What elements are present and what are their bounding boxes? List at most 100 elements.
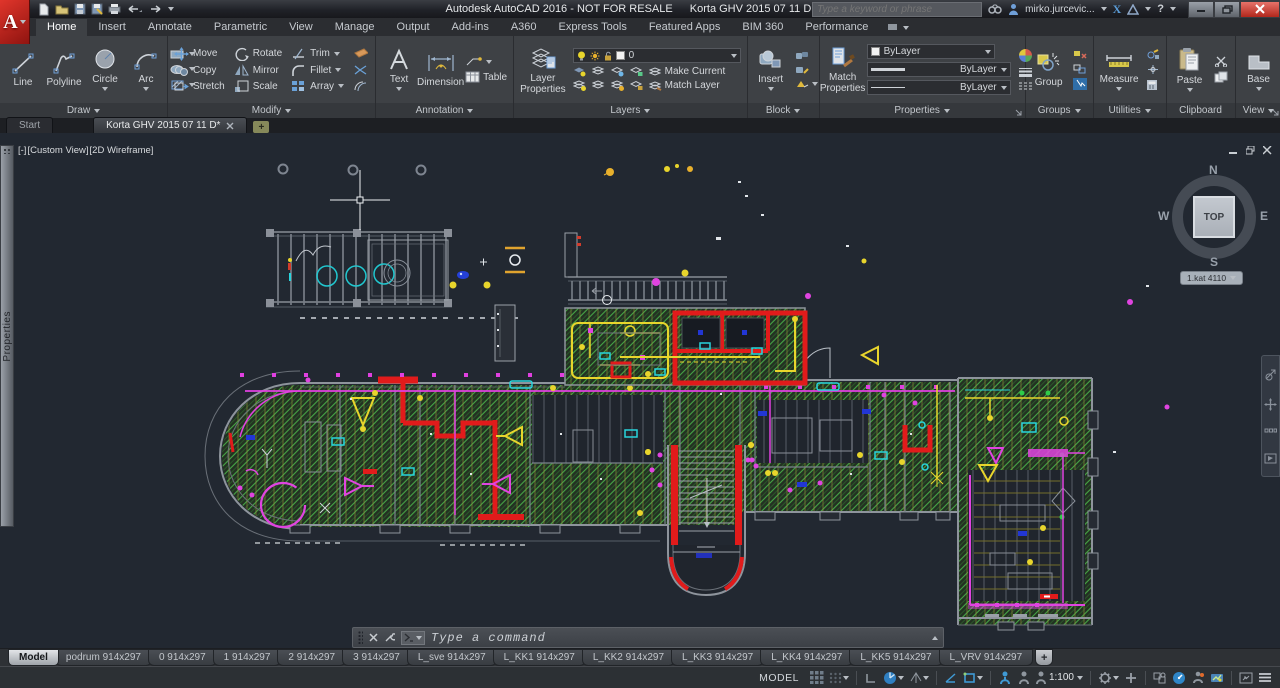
grid-display-toggle[interactable] — [808, 669, 826, 687]
clipboard-panel-title[interactable]: Clipboard — [1166, 103, 1235, 118]
tab-performance[interactable]: Performance — [794, 19, 879, 36]
view-dialog-launcher[interactable] — [1272, 109, 1279, 116]
user-icon[interactable] — [1008, 3, 1019, 15]
layer-properties-button[interactable]: Layer Properties — [520, 45, 566, 95]
text-button[interactable]: Text — [382, 48, 416, 91]
tab-parametric[interactable]: Parametric — [203, 19, 278, 36]
viewcube-level-pill[interactable]: 1.kat 4110 — [1180, 271, 1244, 285]
viewport-controls-label[interactable]: [-][Custom View][2D Wireframe] — [18, 145, 154, 156]
trim-button[interactable]: Trim — [291, 47, 344, 60]
viewport-restore-icon[interactable] — [1246, 146, 1255, 155]
layout-tab-l-kk3[interactable]: L_KK3 914x297 — [671, 649, 765, 666]
scale-button[interactable]: Scale — [234, 80, 282, 93]
measure-button[interactable]: Measure — [1100, 48, 1139, 91]
arc-button[interactable]: Arc — [129, 48, 163, 91]
compass-north[interactable]: N — [1209, 163, 1218, 177]
move-button[interactable]: Move — [174, 46, 225, 61]
clean-screen-button[interactable] — [1237, 669, 1255, 687]
tab-bim-360[interactable]: BIM 360 — [731, 19, 794, 36]
graphics-performance-button[interactable] — [1170, 669, 1188, 687]
close-file-icon[interactable] — [226, 122, 234, 130]
layout-tab-l-kk4[interactable]: L_KK4 914x297 — [760, 649, 854, 666]
viewcube[interactable]: N W E S TOP 1.kat 4110 — [1158, 163, 1268, 287]
trusted-autoload-button[interactable] — [1189, 669, 1207, 687]
layers-panel-title[interactable]: Layers — [514, 103, 747, 118]
viewcube-top-face[interactable]: TOP — [1193, 196, 1235, 238]
compass-south[interactable]: S — [1210, 255, 1218, 269]
model-space-indicator[interactable]: MODEL — [759, 672, 799, 684]
view-panel-title[interactable]: View — [1235, 103, 1280, 118]
make-current-button[interactable]: Make Current — [648, 66, 725, 77]
erase-button[interactable] — [353, 47, 369, 60]
modify-panel-title[interactable]: Modify — [168, 103, 376, 118]
drawing-viewport[interactable]: [-][Custom View][2D Wireframe] Propertie… — [0, 133, 1280, 648]
id-point-button[interactable] — [1146, 64, 1160, 75]
edit-attributes-button[interactable] — [795, 65, 818, 75]
copy-clip-button[interactable] — [1214, 71, 1229, 83]
restore-button[interactable] — [1214, 0, 1240, 18]
ribbon-display-toggle[interactable] — [887, 23, 910, 32]
match-layer-button[interactable]: Match Layer — [648, 80, 720, 91]
layout-tab-podrum[interactable]: podrum 914x297 — [54, 649, 152, 666]
rotate-button[interactable]: Rotate — [234, 47, 282, 61]
minimize-button[interactable] — [1188, 0, 1214, 18]
help-icon[interactable]: ? — [1157, 3, 1164, 15]
palette-grip[interactable] — [3, 148, 12, 154]
object-snap-toggle[interactable] — [961, 669, 985, 687]
exchange-apps-icon[interactable]: X — [1113, 2, 1122, 17]
file-tab-document[interactable]: Korta GHV 2015 07 11 D* — [93, 117, 248, 133]
hardware-acceleration-button[interactable] — [1208, 669, 1226, 687]
circle-button[interactable]: Circle — [88, 48, 122, 91]
layout-tab-3[interactable]: 3 914x297 — [342, 649, 411, 666]
tab-output[interactable]: Output — [386, 19, 441, 36]
command-history-caret[interactable] — [932, 635, 938, 640]
layout-tab-model[interactable]: Model — [8, 649, 59, 666]
command-customize-wrench-icon[interactable] — [384, 632, 395, 643]
zoom-extents-icon[interactable] — [1264, 428, 1277, 436]
mirror-button[interactable]: Mirror — [234, 63, 282, 77]
object-snap-tracking-toggle[interactable] — [942, 669, 960, 687]
copy-button[interactable]: Copy — [174, 64, 225, 77]
layout-tab-l-vrv[interactable]: L_VRV 914x297 — [938, 649, 1034, 666]
line-button[interactable]: Line — [6, 51, 40, 88]
array-button[interactable]: Array — [291, 80, 345, 93]
new-file-icon[interactable] — [38, 3, 50, 16]
orbit-icon[interactable] — [1264, 453, 1277, 464]
tab-add-ins[interactable]: Add-ins — [441, 19, 500, 36]
properties-palette-collapsed[interactable]: Properties — [0, 145, 14, 527]
pan-icon[interactable] — [1264, 398, 1277, 412]
viewport-minimize-icon[interactable] — [1229, 146, 1238, 155]
compass-west[interactable]: W — [1158, 209, 1169, 223]
command-line-bar[interactable]: Type a command — [352, 627, 944, 648]
command-bar-grip[interactable] — [358, 630, 363, 645]
block-editor-button[interactable] — [795, 79, 818, 89]
leader-tool-button[interactable] — [465, 56, 507, 67]
snap-mode-toggle[interactable] — [827, 669, 851, 687]
layout-tab-l-sve[interactable]: L_sve 914x297 — [406, 649, 497, 666]
application-menu-button[interactable]: A — [0, 0, 30, 44]
linetype-combo[interactable]: ByLayer — [866, 80, 1011, 95]
user-menu-caret[interactable] — [1100, 7, 1107, 11]
draw-panel-title[interactable]: Draw — [0, 103, 167, 118]
undo-icon[interactable] — [126, 3, 142, 15]
layer-select-combo[interactable]: 0 — [572, 48, 741, 63]
command-close-icon[interactable] — [369, 633, 378, 642]
annotation-autoscale-toggle[interactable] — [1015, 669, 1033, 687]
new-drawing-plus-button[interactable]: + — [253, 121, 270, 133]
quick-select-button[interactable] — [1146, 48, 1160, 60]
annotation-monitor-button[interactable] — [1122, 669, 1140, 687]
insert-button[interactable]: Insert — [754, 48, 788, 91]
dimension-button[interactable]: Dimension — [417, 51, 464, 88]
base-button[interactable]: Base — [1242, 48, 1276, 91]
annotation-panel-title[interactable]: Annotation — [376, 103, 514, 118]
group-edit-button[interactable] — [1073, 64, 1087, 74]
create-block-button[interactable] — [795, 51, 818, 61]
layout-tab-l-kk2[interactable]: L_KK2 914x297 — [581, 649, 676, 666]
polar-tracking-toggle[interactable] — [881, 669, 906, 687]
polyline-button[interactable]: Polyline — [46, 51, 82, 88]
isolate-objects-button[interactable] — [1151, 669, 1169, 687]
a360-caret[interactable] — [1145, 7, 1152, 11]
a360-icon[interactable] — [1127, 3, 1140, 15]
search-binoculars-icon[interactable] — [988, 4, 1002, 14]
utilities-panel-title[interactable]: Utilities — [1093, 103, 1166, 118]
